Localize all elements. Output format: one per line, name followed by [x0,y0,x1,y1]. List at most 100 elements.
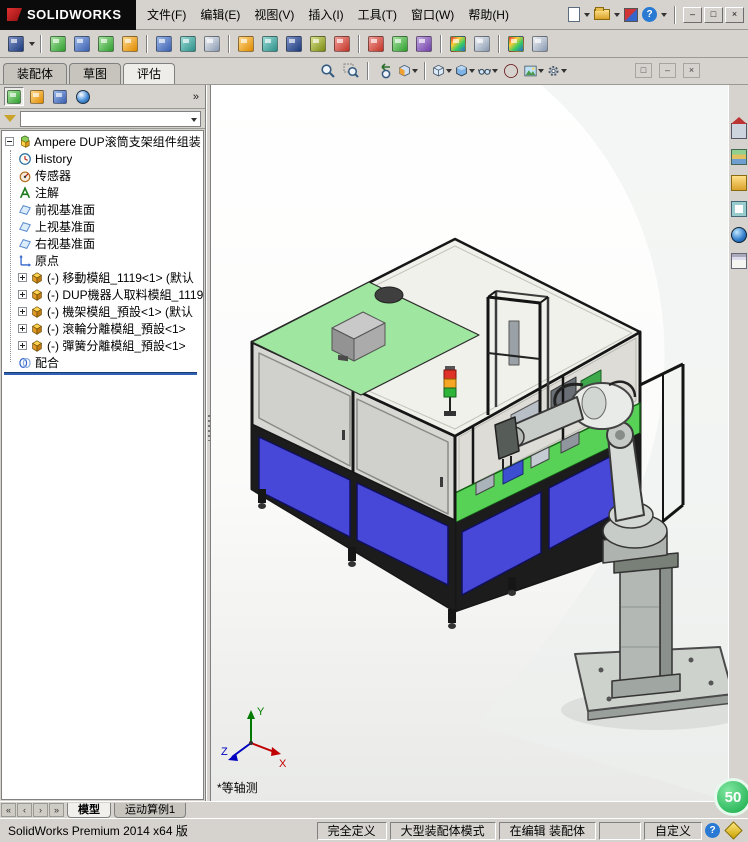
window-maximize-button[interactable]: □ [704,6,723,23]
zoom-to-area-button[interactable] [341,61,361,81]
section-view-dropdown-icon[interactable] [412,69,418,73]
hole-alignment-button[interactable] [413,33,435,55]
expand-toggle[interactable] [18,341,27,350]
bill-of-materials-button[interactable] [307,33,329,55]
window-minimize-button[interactable]: – [683,6,702,23]
open-document-icon[interactable] [594,7,610,20]
interference-detection-button[interactable] [365,33,387,55]
apply-scene-viewport-button[interactable] [524,61,544,81]
window-close-button[interactable]: × [725,6,744,23]
tree-item-sensors[interactable]: 传感器 [2,167,203,184]
appearances-scenes-icon[interactable] [730,227,747,243]
tab-sketch[interactable]: 草图 [69,63,122,84]
view-pin-button[interactable] [5,33,27,55]
custom-properties-icon[interactable] [730,253,747,269]
view-pin-dropdown-icon[interactable] [29,41,35,46]
tab-featuremanager-design-tree[interactable] [4,87,24,106]
tab-scroll-first-button[interactable]: « [1,803,16,817]
menu-view[interactable]: 视图(V) [247,2,301,27]
overlay-counter-badge[interactable]: 50 [714,778,748,816]
rollback-bar[interactable] [4,372,197,375]
document-restore-button[interactable]: □ [635,63,652,78]
tree-item-history[interactable]: History [2,150,203,167]
viewport-3d-scene[interactable] [211,85,728,801]
tab-propertymanager[interactable] [27,87,47,106]
smart-fasteners-button[interactable] [119,33,141,55]
edit-appearance-button[interactable] [505,33,527,55]
hide-show-items-dropdown-icon[interactable] [492,69,498,73]
document-close-button[interactable]: × [683,63,700,78]
apply-scene-button[interactable] [529,33,551,55]
file-explorer-icon[interactable] [730,175,747,191]
tree-item-annotations[interactable]: 注解 [2,184,203,201]
mate-button[interactable] [71,33,93,55]
tab-scroll-next-button[interactable]: › [33,803,48,817]
assembly-features-button[interactable] [235,33,257,55]
section-view-button[interactable] [398,61,418,81]
collapse-toggle[interactable] [5,137,14,146]
expand-toggle[interactable] [18,324,27,333]
tree-item-front-plane[interactable]: 前视基准面 [2,201,203,218]
clearance-verification-button[interactable] [389,33,411,55]
view-settings-dropdown-icon[interactable] [561,69,567,73]
apply-scene-dropdown-icon[interactable] [538,69,544,73]
tree-item-component-5[interactable]: (-) 彈簧分離模組_預設<1> [2,337,203,354]
tab-scroll-last-button[interactable]: » [49,803,64,817]
tree-item-component-3[interactable]: (-) 機架模組_預設<1> (默认 [2,303,203,320]
status-custom[interactable]: 自定义 [643,821,702,840]
new-document-icon[interactable] [568,7,580,22]
rotate-component-button[interactable] [177,33,199,55]
tree-filter-input[interactable] [20,110,201,127]
menu-file[interactable]: 文件(F) [140,2,193,27]
display-style-button[interactable] [455,61,475,81]
design-library-icon[interactable] [730,149,747,165]
tree-item-mates[interactable]: 配合 [2,354,203,371]
tab-evaluate[interactable]: 评估 [123,63,176,84]
tab-assembly[interactable]: 装配体 [3,63,68,84]
edit-appearance-viewport-button[interactable] [501,61,521,81]
menu-help[interactable]: 帮助(H) [461,2,516,27]
menu-window[interactable]: 窗口(W) [404,2,461,27]
tree-item-top-plane[interactable]: 上视基准面 [2,218,203,235]
expand-toggle[interactable] [18,307,27,316]
open-document-dropdown-icon[interactable] [614,12,620,17]
tab-scroll-prev-button[interactable]: ‹ [17,803,32,817]
menu-insert[interactable]: 插入(I) [301,2,350,27]
help-dropdown-icon[interactable] [661,12,667,17]
tree-item-root[interactable]: Ampere DUP滚筒支架组件组装 (默认 [2,133,203,150]
new-motion-study-button[interactable] [283,33,305,55]
help-icon[interactable]: ? [642,7,657,22]
tab-displaymanager[interactable] [73,87,93,106]
display-style-dropdown-icon[interactable] [469,69,475,73]
status-gem-icon[interactable] [724,821,743,840]
linear-component-pattern-button[interactable] [95,33,117,55]
tree-item-component-4[interactable]: (-) 滾輪分離模組_預設<1> [2,320,203,337]
tab-configurationmanager[interactable] [50,87,70,106]
status-help-icon[interactable]: ? [705,823,720,838]
view-settings-button[interactable] [547,61,567,81]
expand-toggle[interactable] [18,290,27,299]
new-document-dropdown-icon[interactable] [584,12,590,17]
tab-motion-study-1[interactable]: 运动算例1 [114,802,187,818]
filter-dropdown-icon[interactable] [191,117,197,122]
performance-evaluation-button[interactable] [471,33,493,55]
reference-geometry-button[interactable] [259,33,281,55]
show-hidden-components-button[interactable] [201,33,223,55]
document-minimize-button[interactable]: – [659,63,676,78]
zoom-to-fit-button[interactable] [318,61,338,81]
tree-item-right-plane[interactable]: 右视基准面 [2,235,203,252]
tab-model[interactable]: 模型 [67,802,111,818]
view-orientation-button[interactable] [432,61,452,81]
tree-item-component-1[interactable]: (-) 移動模組_1119<1> (默认 [2,269,203,286]
tree-item-origin[interactable]: 原点 [2,252,203,269]
previous-view-button[interactable] [375,61,395,81]
robot-pedestal[interactable] [611,552,681,699]
tree-item-component-2[interactable]: (-) DUP機器人取料模組_1119 [2,286,203,303]
hide-show-items-button[interactable] [478,61,498,81]
view-orientation-dropdown-icon[interactable] [446,69,452,73]
menu-edit[interactable]: 编辑(E) [193,2,247,27]
graphics-viewport[interactable]: X Y Z *等轴测 [211,85,728,801]
solidworks-file-icon[interactable] [624,7,638,22]
view-palette-icon[interactable] [730,201,747,217]
filter-funnel-icon[interactable] [4,115,16,122]
